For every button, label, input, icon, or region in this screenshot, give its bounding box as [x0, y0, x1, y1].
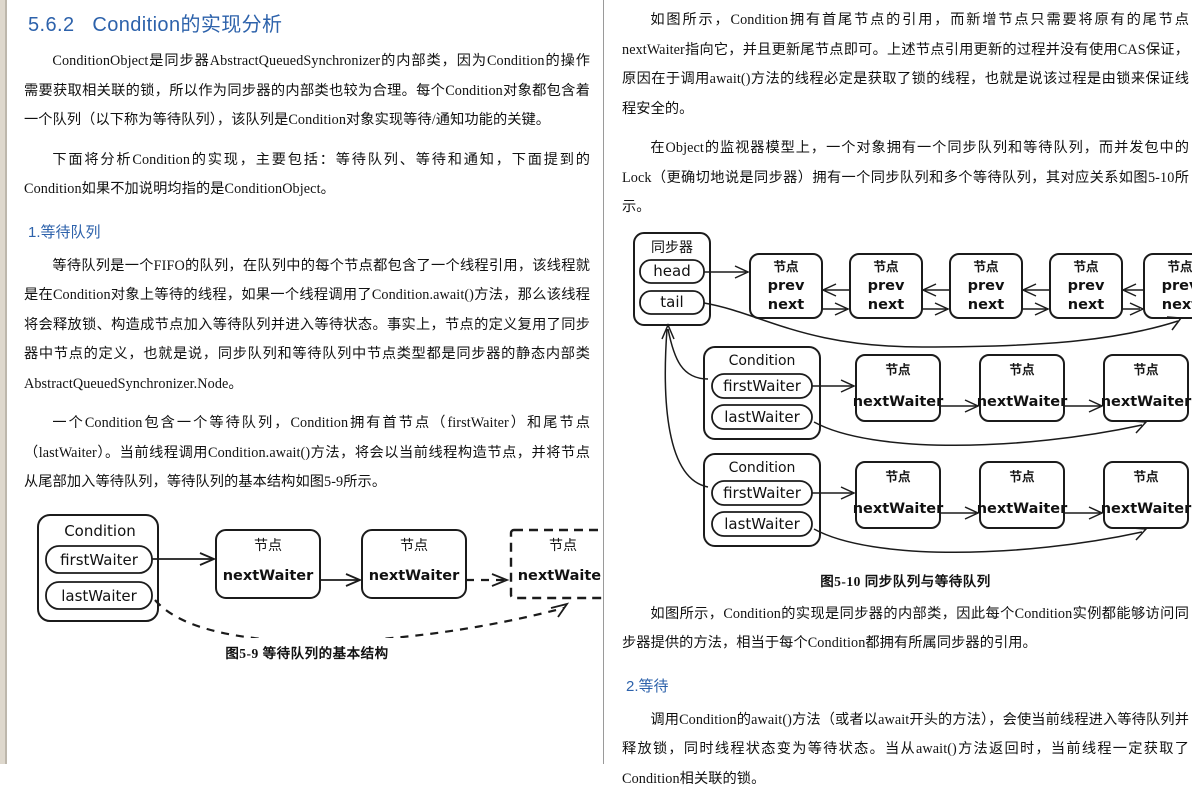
- sync-node-3-prev: prev: [968, 278, 1005, 294]
- sync-node-1-next: next: [768, 297, 805, 313]
- condition-1-lastwaiter-label: lastWaiter: [724, 408, 800, 426]
- figure-5-9-graphic: Condition firstWaiter lastWaiter 节点 next…: [37, 513, 602, 638]
- sync-node-3-next: next: [968, 297, 1005, 313]
- paragraph-3: 等待队列是一个FIFO的队列，在队列中的每个节点都包含了一个线程引用，该线程就是…: [24, 257, 590, 392]
- condition-box-title: Condition: [64, 522, 136, 540]
- figure-5-10-caption: 图5-10 同步队列与等待队列: [820, 573, 991, 589]
- last-waiter-label: lastWaiter: [61, 587, 137, 605]
- paragraph-7: 如图所示，Condition的实现是同步器的内部类，因此每个Condition实…: [622, 605, 1189, 652]
- page-gutter-line: [5, 0, 7, 764]
- right-page-column: 如图所示，Condition拥有首尾节点的引用，而新增节点只需要将原有的尾节点n…: [606, 0, 1201, 787]
- arrow-cond2-last-to-node3: [813, 528, 1143, 553]
- cond2-wait-node-1-title: 节点: [885, 469, 911, 484]
- cond2-wait-node-3-field: nextWaiter: [1101, 501, 1192, 517]
- sync-node-5-title: 节点: [1167, 259, 1192, 274]
- page-title: 5.6.2 Condition的实现分析: [28, 8, 590, 37]
- column-divider: [603, 0, 604, 764]
- left-page-column: 5.6.2 Condition的实现分析 ConditionObject是同步器…: [8, 0, 602, 764]
- sync-node-2-title: 节点: [873, 259, 899, 274]
- figure-5-9: Condition firstWaiter lastWaiter 节点 next…: [24, 508, 602, 662]
- subsection-heading-1: 1.等待队列: [28, 223, 101, 241]
- condition-box-1-title: Condition: [729, 353, 796, 369]
- cond1-wait-node-3-field: nextWaiter: [1101, 394, 1192, 410]
- cond1-wait-node-1-title: 节点: [885, 362, 911, 377]
- condition-2-firstwaiter-label: firstWaiter: [723, 484, 802, 502]
- paragraph-4: 一个Condition包含一个等待队列，Condition拥有首节点（first…: [24, 415, 590, 491]
- arrow-cond2-to-synchronizer: [664, 328, 709, 488]
- synchronizer-title: 同步器: [651, 240, 693, 256]
- wait-node-1-title: 节点: [254, 538, 282, 554]
- tail-label: tail: [660, 293, 683, 311]
- wait-node-3-title: 节点: [549, 538, 577, 554]
- figure-5-10-graphic: 同步器 head tail 节点 prev next 节点 prev next …: [633, 231, 1192, 553]
- wait-node-2-title: 节点: [400, 538, 428, 554]
- sync-node-4-title: 节点: [1073, 259, 1099, 274]
- wait-node-1-field: nextWaiter: [223, 568, 314, 584]
- sync-node-2-next: next: [868, 297, 905, 313]
- figure-5-10: 同步器 head tail 节点 prev next 节点 prev next …: [622, 229, 1192, 590]
- paragraph-6: 在Object的监视器模型上，一个对象拥有一个同步队列和等待队列，而并发包中的L…: [622, 140, 1189, 216]
- arrow-lastwaiter-to-node3: [154, 599, 565, 638]
- cond2-wait-node-1-field: nextWaiter: [853, 501, 944, 517]
- condition-box-2-title: Condition: [729, 460, 796, 476]
- first-waiter-label: firstWaiter: [60, 551, 139, 569]
- figure-5-9-caption: 图5-9 等待队列的基本结构: [225, 645, 389, 661]
- subsection-heading-2: 2.等待: [626, 677, 669, 695]
- arrow-cond1-last-to-node3: [813, 421, 1143, 446]
- paragraph-2: 下面将分析Condition的实现，主要包括：等待队列、等待和通知，下面提到的C…: [24, 151, 590, 198]
- section-number: 5.6.2: [28, 14, 75, 36]
- cond2-wait-node-2-title: 节点: [1009, 469, 1035, 484]
- head-label: head: [653, 262, 690, 280]
- sync-node-4-prev: prev: [1068, 278, 1105, 294]
- condition-1-firstwaiter-label: firstWaiter: [723, 377, 802, 395]
- cond1-wait-node-1-field: nextWaiter: [853, 394, 944, 410]
- sync-node-4-next: next: [1068, 297, 1105, 313]
- sync-node-1-prev: prev: [768, 278, 805, 294]
- paragraph-5: 如图所示，Condition拥有首尾节点的引用，而新增节点只需要将原有的尾节点n…: [622, 12, 1189, 117]
- cond2-wait-node-2-field: nextWaiter: [977, 501, 1068, 517]
- sync-node-2-prev: prev: [868, 278, 905, 294]
- cond1-wait-node-2-field: nextWaiter: [977, 394, 1068, 410]
- section-title-text: Condition的实现分析: [92, 14, 283, 36]
- wait-node-3-field: nextWaiter: [518, 568, 602, 584]
- cond2-wait-node-3-title: 节点: [1133, 469, 1159, 484]
- paragraph-1: ConditionObject是同步器AbstractQueuedSynchro…: [24, 53, 590, 129]
- paragraph-8: 调用Condition的await()方法（或者以await开头的方法），会使当…: [622, 711, 1189, 787]
- sync-node-5-next: next: [1162, 297, 1192, 313]
- sync-node-3-title: 节点: [973, 259, 999, 274]
- sync-node-5-prev: prev: [1162, 278, 1192, 294]
- wait-node-2-field: nextWaiter: [369, 568, 460, 584]
- arrow-cond1-to-synchronizer: [667, 328, 709, 380]
- sync-node-1-title: 节点: [773, 259, 799, 274]
- condition-2-lastwaiter-label: lastWaiter: [724, 515, 800, 533]
- cond1-wait-node-3-title: 节点: [1133, 362, 1159, 377]
- cond1-wait-node-2-title: 节点: [1009, 362, 1035, 377]
